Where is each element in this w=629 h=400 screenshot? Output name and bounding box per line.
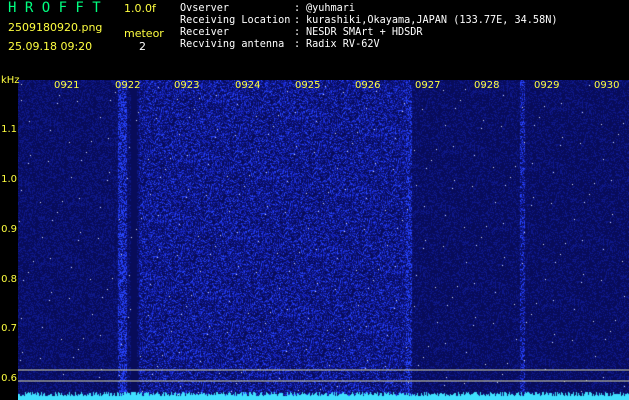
x-tick-label: 0925 (295, 80, 321, 91)
info-key: Receiver (180, 27, 230, 38)
y-tick-label: 0.8 (1, 274, 17, 285)
app-version: 1.0.0f (124, 2, 156, 15)
y-axis-unit: kHz (1, 75, 20, 86)
x-tick-label: 0921 (54, 80, 80, 91)
y-tick-label: 0.7 (1, 323, 17, 334)
y-tick-label: 0.6 (1, 373, 17, 384)
spectrogram-display (18, 80, 629, 400)
info-value: kurashiki,Okayama,JAPAN (133.77E, 34.58N… (306, 15, 558, 26)
info-value: Radix RV-62V (306, 39, 380, 50)
info-sep: : (294, 27, 301, 38)
info-row-observer: Ovserver: @yuhmari (180, 3, 356, 14)
x-tick-label: 0930 (594, 80, 620, 91)
info-row-location: Receiving Location: kurashiki,Okayama,JAP… (180, 15, 558, 26)
x-tick-label: 0927 (415, 80, 441, 91)
info-key: Receiving Location (180, 15, 291, 26)
image-filename: 2509180920.png (8, 21, 103, 34)
info-row-antenna: Recviving antenna: Radix RV-62V (180, 39, 380, 50)
y-tick-label: 1.0 (1, 174, 17, 185)
x-tick-label: 0923 (174, 80, 200, 91)
info-sep: : (294, 3, 301, 14)
x-tick-label: 0922 (115, 80, 141, 91)
x-tick-label: 0924 (235, 80, 261, 91)
info-value: NESDR SMArt + HDSDR (306, 27, 423, 38)
info-key: Ovserver (180, 3, 230, 14)
spectrogram-overlay (18, 369, 629, 382)
capture-datetime: 25.09.18 09:20 (8, 40, 93, 53)
info-key: Recviving antenna (180, 39, 285, 50)
app-title: H R O F F T (8, 0, 101, 16)
meteor-count-label: meteor (124, 27, 164, 40)
info-value: @yuhmari (306, 3, 356, 14)
x-tick-label: 0928 (474, 80, 500, 91)
x-tick-label: 0926 (355, 80, 381, 91)
meteor-count-value: 2 (139, 40, 146, 53)
info-sep: : (294, 39, 301, 50)
info-sep: : (294, 15, 301, 26)
info-row-receiver: Receiver: NESDR SMArt + HDSDR (180, 27, 423, 38)
y-tick-label: 0.9 (1, 224, 17, 235)
y-tick-label: 1.1 (1, 124, 17, 135)
x-tick-label: 0929 (534, 80, 560, 91)
